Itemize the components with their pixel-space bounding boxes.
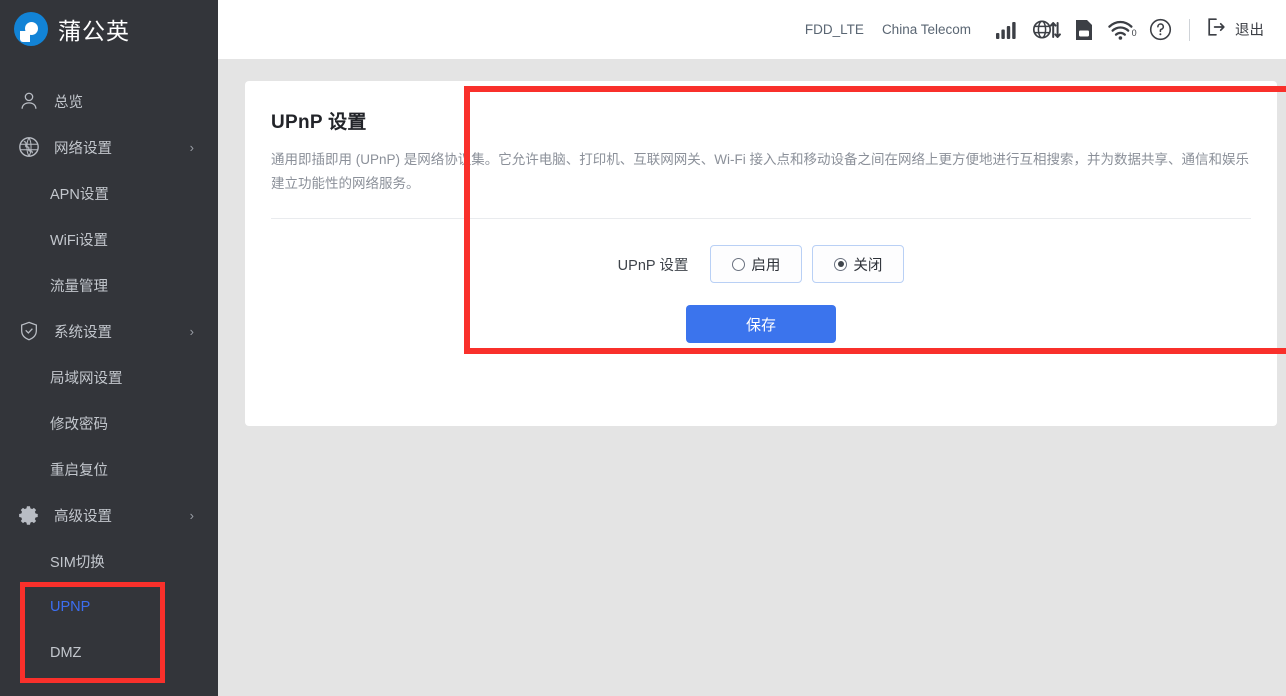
page-title: UPnP 设置: [271, 107, 1251, 134]
upnp-field-label: UPnP 设置: [618, 254, 689, 275]
globe-data-transfer-icon[interactable]: [1027, 12, 1065, 48]
sidebar-item-upnp[interactable]: UPNP: [0, 584, 218, 630]
upnp-settings-card: UPnP 设置 通用即插即用 (UPnP) 是网络协议集。它允许电脑、打印机、互…: [245, 81, 1277, 426]
wifi-icon[interactable]: 0: [1103, 12, 1141, 48]
sidebar-item-label: 重启复位: [50, 459, 108, 480]
save-button[interactable]: 保存: [686, 305, 836, 343]
radio-unchecked-icon: [732, 258, 745, 271]
upnp-disable-label: 关闭: [853, 254, 882, 275]
sidebar-item-label: 高级设置: [54, 505, 112, 526]
shield-check-icon: [16, 318, 42, 344]
main-area: FDD_LTE China Telecom: [218, 0, 1286, 696]
logout-icon: [1204, 15, 1228, 44]
user-icon: [16, 88, 42, 114]
sidebar-item-change-password[interactable]: 修改密码: [0, 400, 218, 446]
sidebar-item-label: DMZ: [50, 645, 81, 661]
help-question-icon[interactable]: [1141, 12, 1179, 48]
sidebar-item-wifi-settings[interactable]: WiFi设置: [0, 216, 218, 262]
globe-icon: [16, 134, 42, 160]
sidebar-item-dmz[interactable]: DMZ: [0, 630, 218, 676]
chevron-right-icon: ›: [190, 509, 194, 522]
upnp-disable-option[interactable]: 关闭: [812, 245, 904, 283]
sidebar-item-label: 系统设置: [54, 321, 112, 342]
sidebar-item-label: 网络设置: [54, 137, 112, 158]
sidebar-nav: 总览 网络设置 › APN设置 WiFi设置: [0, 58, 218, 676]
upnp-enable-label: 启用: [751, 254, 780, 275]
sidebar-item-label: 流量管理: [50, 275, 108, 296]
network-type-label: FDD_LTE: [805, 22, 864, 37]
sidebar-item-sim-switch[interactable]: SIM切换: [0, 538, 218, 584]
sidebar-item-overview[interactable]: 总览: [0, 78, 218, 124]
sidebar-item-lan-settings[interactable]: 局域网设置: [0, 354, 218, 400]
sidebar-item-apn-settings[interactable]: APN设置: [0, 170, 218, 216]
sidebar-item-system-settings[interactable]: 系统设置 ›: [0, 308, 218, 354]
upnp-enable-option[interactable]: 启用: [710, 245, 802, 283]
brand: 蒲公英: [0, 0, 218, 58]
sidebar: 蒲公英 总览 网络设置: [0, 0, 218, 696]
svg-text:0: 0: [1132, 28, 1137, 38]
card-divider: [271, 218, 1251, 219]
chevron-right-icon: ›: [190, 141, 194, 154]
signal-bars-icon[interactable]: [989, 12, 1027, 48]
sidebar-item-label: WiFi设置: [50, 229, 108, 250]
chevron-right-icon: ›: [190, 325, 194, 338]
page-description: 通用即插即用 (UPnP) 是网络协议集。它允许电脑、打印机、互联网网关、Wi-…: [271, 148, 1249, 196]
sidebar-item-label: APN设置: [50, 183, 109, 204]
content-area: UPnP 设置 通用即插即用 (UPnP) 是网络协议集。它允许电脑、打印机、互…: [218, 59, 1286, 426]
radio-checked-icon: [834, 258, 847, 271]
save-row: 保存: [271, 305, 1251, 343]
logout-button[interactable]: 退出: [1202, 15, 1264, 44]
gear-icon: [16, 502, 42, 528]
logout-label: 退出: [1235, 19, 1264, 40]
app-root: 蒲公英 总览 网络设置: [0, 0, 1286, 696]
brand-name: 蒲公英: [58, 12, 130, 46]
sidebar-item-reboot-reset[interactable]: 重启复位: [0, 446, 218, 492]
sim-card-icon[interactable]: [1065, 12, 1103, 48]
sidebar-item-label: 总览: [54, 91, 83, 112]
upnp-radio-group: 启用 关闭: [710, 245, 904, 283]
sidebar-item-traffic-management[interactable]: 流量管理: [0, 262, 218, 308]
topbar-divider: [1189, 19, 1190, 41]
upnp-form-row: UPnP 设置 启用 关闭: [271, 245, 1251, 283]
sidebar-item-network-settings[interactable]: 网络设置 ›: [0, 124, 218, 170]
topbar: FDD_LTE China Telecom: [218, 0, 1286, 59]
sidebar-item-label: SIM切换: [50, 551, 105, 572]
sidebar-item-label: 局域网设置: [50, 367, 123, 388]
carrier-label: China Telecom: [882, 22, 971, 37]
sidebar-item-advanced-settings[interactable]: 高级设置 ›: [0, 492, 218, 538]
sidebar-item-label: 修改密码: [50, 413, 108, 434]
sidebar-item-label: UPNP: [50, 599, 90, 615]
dandelion-logo-icon: [14, 12, 48, 46]
